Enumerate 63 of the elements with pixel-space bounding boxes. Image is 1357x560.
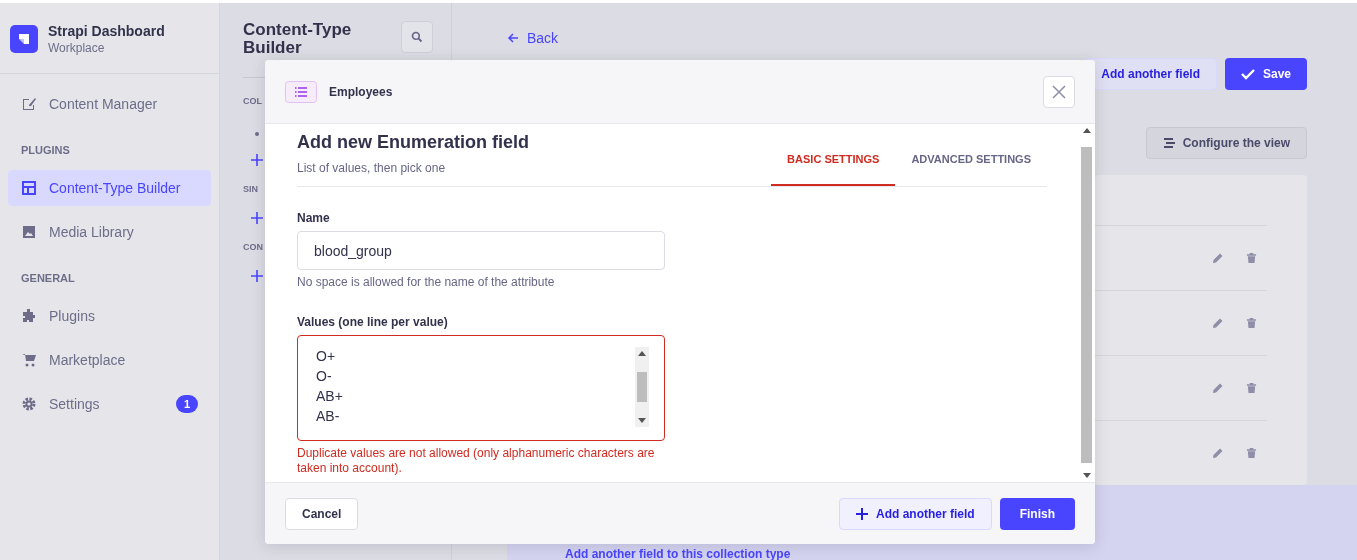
nav-item[interactable]: Settings 1 [8,386,211,422]
notification-badge: 1 [175,395,198,413]
workspace-name: Workplace [48,41,106,55]
dialog-subtitle: List of values, then pick one [297,161,447,175]
list-icon [285,80,317,103]
section-heading: GENERAL [20,272,76,284]
pen-icon [21,96,37,112]
section-heading: COL [243,96,262,106]
save-button[interactable]: Save [1224,58,1307,90]
edit-icon[interactable] [1212,447,1224,459]
nav-item[interactable]: Media Library [8,214,211,250]
field-label: Name [297,211,331,225]
arrow-left-icon [507,32,519,44]
nav-item[interactable]: Plugins [8,298,211,334]
dialog-title: Add new Enumeration field [297,132,529,153]
list-icon [1162,137,1175,149]
settings-tab[interactable]: ADVANCED SETTINGS [895,153,1047,186]
panel-title: Content-Type Builder [243,21,353,57]
add-field-link[interactable]: Add another field to this collection type [565,548,791,560]
bullet-icon [255,132,259,136]
section-heading: SIN [243,184,258,194]
content-type-name: Employees [329,84,394,99]
add-field-button[interactable]: Add another field [1084,58,1217,90]
name-field[interactable]: blood_group [297,231,665,270]
app-title: Strapi Dashboard [48,23,165,39]
search-icon [411,31,423,43]
search-button[interactable] [401,21,433,53]
field-label: Values (one line per value) [297,315,449,329]
settings-icon [21,396,37,412]
configure-view-button[interactable]: Configure the view [1145,127,1307,159]
image-icon [21,224,37,240]
edit-icon[interactable] [1212,382,1224,394]
plus-icon[interactable] [251,212,263,224]
edit-icon[interactable] [1212,317,1224,329]
plus-icon[interactable] [251,154,263,166]
section-heading: CON [243,242,263,252]
trash-icon[interactable] [1246,252,1257,264]
field-hint: No space is allowed for the name of the attribute [297,275,556,289]
puzzle-icon [21,308,37,324]
close-icon [1052,84,1066,99]
trash-icon[interactable] [1246,317,1257,329]
close-button[interactable] [1043,75,1075,108]
layout-icon [21,180,37,196]
scrollbar[interactable] [635,347,649,427]
trash-icon[interactable] [1246,447,1257,459]
plus-icon[interactable] [251,270,263,282]
logo-icon [10,25,38,53]
trash-icon[interactable] [1246,382,1257,394]
nav-item[interactable]: Content-Type Builder [8,170,211,206]
section-heading: PLUGINS [20,144,71,156]
cancel-button[interactable]: Cancel [285,497,359,530]
settings-tab[interactable]: BASIC SETTINGS [771,153,896,186]
check-icon [1240,68,1255,80]
nav-item[interactable]: Content Manager [8,86,211,122]
nav-item[interactable]: Marketplace [8,342,211,378]
add-field-button[interactable]: Add another field [839,497,992,530]
edit-icon[interactable] [1212,252,1224,264]
plus-icon [856,507,868,520]
back-link[interactable]: Back [507,30,1307,46]
cart-icon [21,352,37,368]
error-message: Duplicate values are not allowed (only alphanumeric characters are taken into account). [297,446,656,476]
values-field[interactable]: O+ O- AB+ AB- [297,335,665,441]
finish-button[interactable]: Finish [999,497,1075,530]
